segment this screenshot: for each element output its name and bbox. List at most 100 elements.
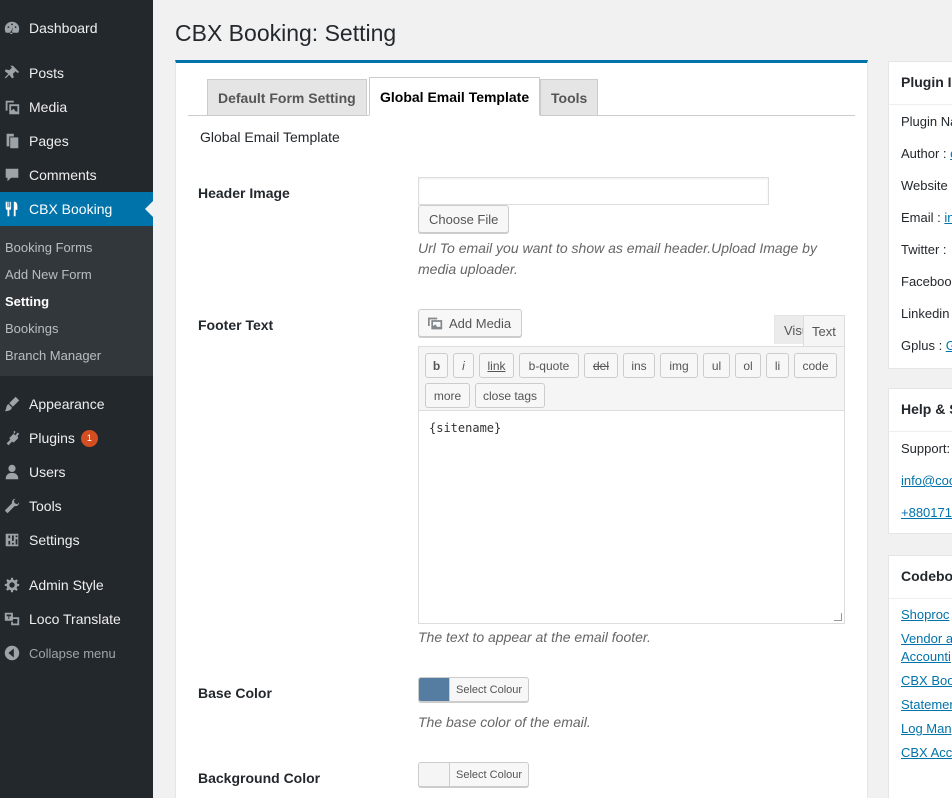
help-support-box: Help & S Support: info@coo +880171 — [888, 388, 952, 534]
submenu-bookings[interactable]: Bookings — [5, 321, 58, 336]
plugin-info-box: Plugin In Plugin Na Author : c Website E… — [888, 61, 952, 369]
menu-item-posts[interactable]: Posts — [0, 56, 153, 90]
menu-label: Settings — [29, 532, 80, 548]
quicktag-ins-button[interactable]: ins — [623, 353, 655, 378]
footer-text-content[interactable]: {sitename} — [429, 421, 501, 435]
submenu-add-new-form[interactable]: Add New Form — [5, 267, 92, 282]
menu-item-admin-style[interactable]: Admin Style — [0, 568, 153, 602]
add-media-label: Add Media — [449, 315, 512, 331]
quicktag-link-button[interactable]: link — [479, 353, 514, 378]
add-media-button[interactable]: Add Media — [418, 309, 523, 337]
support-phone-link[interactable]: +880171 — [901, 505, 952, 520]
product-link[interactable]: CBX Acc — [901, 745, 952, 760]
menu-label: Tools — [29, 498, 62, 514]
tab-default-form-setting[interactable]: Default Form Setting — [207, 79, 367, 115]
plugin-name-line: Plugin Na — [901, 114, 952, 129]
menu-item-pages[interactable]: Pages — [0, 124, 153, 158]
select-colour-label: Select Colour — [456, 683, 523, 696]
footer-text-editor: b i link b-quote del ins img ul ol li co… — [418, 346, 845, 624]
gplus-line: Gplus : G — [901, 338, 952, 353]
quicktag-blockquote-button[interactable]: b-quote — [519, 353, 579, 378]
footer-text-description: The text to appear at the email footer. — [418, 629, 651, 645]
help-support-title: Help & S — [901, 401, 952, 417]
quicktag-ul-button[interactable]: ul — [703, 353, 730, 378]
menu-item-loco-translate[interactable]: Loco Translate — [0, 602, 153, 636]
codeboxr-plugins-box: Codebo Shoproc Vendor a Accounti CBX Boo… — [888, 555, 952, 798]
user-icon — [2, 462, 22, 482]
base-color-swatch — [419, 678, 450, 701]
quicktags-toolbar: b i link b-quote del ins img ul ol li co… — [419, 347, 844, 411]
menu-item-settings[interactable]: Settings — [0, 523, 153, 557]
menu-label: Loco Translate — [29, 611, 121, 627]
admin-sidebar: Dashboard Posts Media Pages Comments CBX… — [0, 0, 153, 798]
section-title: Global Email Template — [200, 129, 340, 145]
menu-label: CBX Booking — [29, 201, 113, 217]
settings-panel: Default Form Setting Global Email Templa… — [175, 60, 868, 798]
author-line: Author : c — [901, 146, 952, 161]
product-link[interactable]: Accounti — [901, 649, 951, 664]
menu-item-dashboard[interactable]: Dashboard — [0, 11, 153, 45]
quicktag-del-button[interactable]: del — [584, 353, 618, 378]
media-icon — [2, 97, 22, 117]
collapse-label: Collapse menu — [29, 645, 116, 661]
header-image-description: Url To email you want to show as email h… — [418, 240, 817, 277]
choose-file-button[interactable]: Choose File — [418, 205, 510, 233]
dashboard-icon — [2, 18, 22, 38]
product-link[interactable]: CBX Boo — [901, 673, 952, 688]
email-line: Email : in — [901, 210, 952, 225]
support-email-link[interactable]: info@coo — [901, 473, 952, 488]
quicktag-li-button[interactable]: li — [766, 353, 789, 378]
quicktag-img-button[interactable]: img — [660, 353, 698, 378]
translate-icon — [2, 609, 22, 629]
submenu-branch-manager[interactable]: Branch Manager — [5, 348, 101, 363]
menu-item-comments[interactable]: Comments — [0, 158, 153, 192]
menu-item-tools[interactable]: Tools — [0, 489, 153, 523]
base-color-picker[interactable]: Select Colour — [418, 677, 530, 702]
box-divider — [889, 598, 952, 599]
media-icon — [427, 316, 444, 331]
facebook-line: Faceboo — [901, 274, 952, 289]
menu-item-users[interactable]: Users — [0, 455, 153, 489]
utensils-icon — [2, 199, 22, 219]
tab-global-email-template[interactable]: Global Email Template — [369, 77, 541, 116]
header-image-label: Header Image — [198, 185, 290, 201]
product-link[interactable]: Vendor a — [901, 631, 952, 646]
menu-item-media[interactable]: Media — [0, 90, 153, 124]
quicktag-more-button[interactable]: more — [425, 383, 470, 408]
footer-text-label: Footer Text — [198, 317, 274, 333]
menu-item-appearance[interactable]: Appearance — [0, 387, 153, 421]
menu-label: Comments — [29, 167, 97, 183]
editor-tab-text[interactable]: Text — [803, 315, 845, 346]
menu-item-cbx-booking[interactable]: CBX Booking — [0, 192, 153, 226]
collapse-menu-button[interactable]: Collapse menu — [0, 636, 153, 670]
collapse-arrow-icon — [2, 643, 22, 663]
header-image-input[interactable] — [418, 177, 769, 205]
quicktag-italic-button[interactable]: i — [453, 353, 474, 378]
quicktag-code-button[interactable]: code — [794, 353, 837, 378]
pages-icon — [2, 131, 22, 151]
submenu-booking-forms[interactable]: Booking Forms — [5, 240, 92, 255]
resize-handle[interactable] — [834, 613, 842, 621]
cbx-booking-submenu: Booking Forms Add New Form Setting Booki… — [0, 226, 153, 376]
product-link[interactable]: Statemer — [901, 697, 952, 712]
box-divider — [889, 104, 952, 105]
gplus-link[interactable]: G — [946, 338, 952, 353]
plug-icon — [2, 428, 22, 448]
submenu-setting[interactable]: Setting — [5, 294, 49, 309]
quicktag-close-tags-button[interactable]: close tags — [475, 383, 545, 408]
quicktag-ol-button[interactable]: ol — [735, 353, 761, 378]
website-line: Website — [901, 178, 948, 193]
twitter-line: Twitter : — [901, 242, 947, 257]
menu-label: Pages — [29, 133, 69, 149]
background-color-picker[interactable]: Select Colour — [418, 762, 530, 787]
wrench-icon — [2, 496, 22, 516]
tab-tools[interactable]: Tools — [540, 79, 599, 115]
quicktag-bold-button[interactable]: b — [425, 353, 448, 378]
menu-label: Dashboard — [29, 20, 98, 36]
product-link[interactable]: Shoproc — [901, 607, 949, 622]
base-color-description: The base color of the email. — [418, 714, 591, 730]
product-link[interactable]: Log Man — [901, 721, 952, 736]
gear-icon — [2, 575, 22, 595]
email-link[interactable]: in — [944, 210, 952, 225]
menu-item-plugins[interactable]: Plugins 1 — [0, 421, 153, 455]
